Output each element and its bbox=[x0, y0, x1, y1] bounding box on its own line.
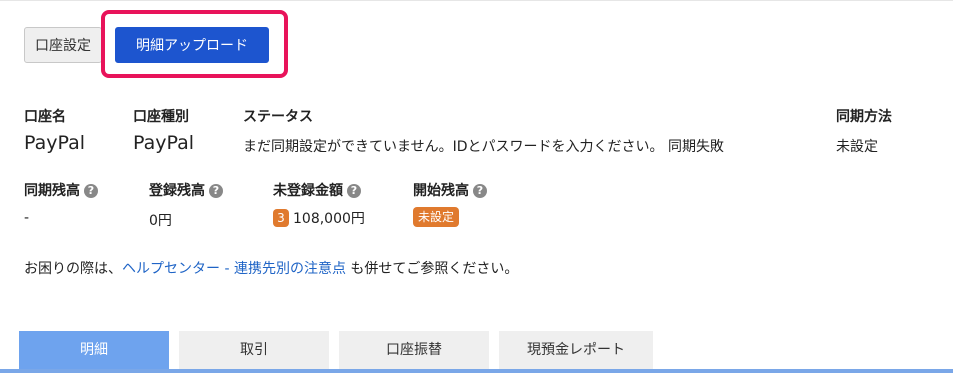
help-link-separator: - bbox=[220, 261, 234, 277]
tab-statements[interactable]: 明細 bbox=[19, 331, 169, 369]
unregistered-amount: 3 108,000円 bbox=[273, 208, 365, 228]
opening-balance: 未設定 bbox=[413, 207, 460, 227]
help-center-link[interactable]: ヘルプセンター bbox=[122, 261, 220, 277]
tab-transactions[interactable]: 取引 bbox=[179, 331, 329, 369]
registered-balance-label: 登録残高 bbox=[149, 183, 205, 199]
tab-cash-report[interactable]: 現預金レポート bbox=[499, 331, 653, 369]
unregistered-amount-header: 未登録金額? bbox=[273, 180, 361, 200]
help-icon[interactable]: ? bbox=[347, 184, 361, 198]
statement-upload-button[interactable]: 明細アップロード bbox=[115, 27, 269, 63]
integration-notes-link[interactable]: 連携先別の注意点 bbox=[234, 261, 346, 277]
opening-balance-header: 開始残高? bbox=[413, 180, 487, 200]
opening-balance-status-badge[interactable]: 未設定 bbox=[413, 207, 460, 227]
help-icon[interactable]: ? bbox=[209, 184, 223, 198]
sync-balance-value: - bbox=[24, 210, 30, 226]
unregistered-amount-value: 108,000円 bbox=[293, 211, 365, 227]
tab-bar: 明細 取引 口座振替 現預金レポート bbox=[19, 331, 663, 369]
tab-underline bbox=[0, 369, 953, 373]
sync-method-value: 未設定 bbox=[836, 139, 878, 155]
help-note-suffix: も併せてご参照ください。 bbox=[345, 261, 519, 277]
status-header: ステータス bbox=[243, 109, 313, 125]
account-name: PayPal bbox=[24, 132, 86, 154]
opening-balance-label: 開始残高 bbox=[413, 183, 469, 199]
help-note-prefix: お困りの際は、 bbox=[24, 261, 122, 277]
account-type: PayPal bbox=[133, 132, 195, 154]
account-name-header: 口座名 bbox=[24, 109, 66, 125]
sync-status-text: まだ同期設定ができていません。IDとパスワードを入力ください。 同期失敗 bbox=[243, 139, 724, 155]
sync-balance-header: 同期残高? bbox=[24, 180, 98, 200]
sync-method-header: 同期方法 bbox=[836, 109, 892, 125]
registered-balance-value: 0円 bbox=[149, 213, 172, 229]
sync-balance-label: 同期残高 bbox=[24, 183, 80, 199]
account-toolbar: 口座設定 bbox=[24, 27, 102, 63]
unregistered-amount-label: 未登録金額 bbox=[273, 183, 343, 199]
tab-account-transfer[interactable]: 口座振替 bbox=[339, 331, 489, 369]
help-note: お困りの際は、ヘルプセンター - 連携先別の注意点 も併せてご参照ください。 bbox=[24, 258, 518, 278]
help-icon[interactable]: ? bbox=[84, 184, 98, 198]
help-icon[interactable]: ? bbox=[473, 184, 487, 198]
unregistered-count-badge[interactable]: 3 bbox=[273, 209, 289, 227]
account-settings-button[interactable]: 口座設定 bbox=[24, 27, 102, 63]
top-divider bbox=[0, 0, 953, 1]
account-type-header: 口座種別 bbox=[133, 109, 189, 125]
registered-balance-header: 登録残高? bbox=[149, 180, 223, 200]
